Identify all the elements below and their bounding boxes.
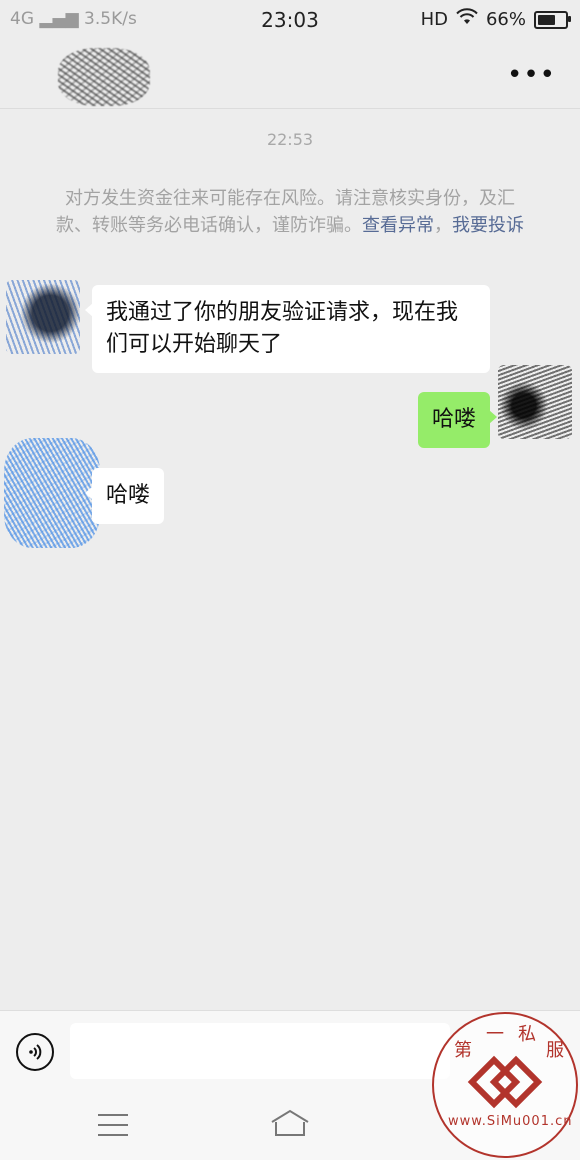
status-indicators: HD 66% <box>420 8 571 31</box>
message-bubble-incoming[interactable]: 我通过了你的朋友验证请求，现在我们可以开始聊天了 <box>85 285 490 373</box>
message-bubble-incoming[interactable]: 哈喽 <box>84 468 165 524</box>
watermark-seal: 第 一 私 服 www.SiMu001.cn <box>432 1012 578 1158</box>
menu-icon[interactable] <box>98 1114 128 1144</box>
voice-icon[interactable] <box>16 1033 54 1071</box>
report-link[interactable]: 我要投诉 <box>452 215 524 236</box>
watermark-char: 私 <box>518 1024 536 1045</box>
battery-fill <box>538 14 555 25</box>
watermark-url: www.SiMu001.cn <box>448 1114 573 1129</box>
time-divider: 22:53 <box>266 130 314 149</box>
home-icon[interactable] <box>270 1108 310 1142</box>
risk-separator: ， <box>434 215 452 236</box>
my-avatar[interactable] <box>498 365 572 439</box>
contact-avatar[interactable] <box>6 280 80 354</box>
more-dots-icon[interactable]: ••• <box>507 60 556 90</box>
watermark-char: 一 <box>486 1024 504 1045</box>
risk-notice: 对方发生资金往来可能存在风险。请注意核实身份，及汇款、转账等务必电话确认，谨防诈… <box>50 185 530 239</box>
battery-icon <box>534 10 571 29</box>
message-bubble-outgoing[interactable]: 哈喽 <box>417 392 498 448</box>
hd-label: HD <box>420 9 448 30</box>
view-abnormal-link[interactable]: 查看异常 <box>362 215 434 236</box>
status-bar: 4G ▂▄▆ 3.5K/s 23:03 HD 66% <box>0 0 580 40</box>
message-input[interactable] <box>70 1023 450 1079</box>
battery-percent: 66% <box>485 9 526 30</box>
chat-header: ••• <box>0 40 580 109</box>
wifi-icon <box>456 8 478 31</box>
watermark-char: 服 <box>546 1040 564 1061</box>
watermark-logo-icon <box>467 1055 543 1109</box>
contact-name-redacted <box>58 48 150 106</box>
